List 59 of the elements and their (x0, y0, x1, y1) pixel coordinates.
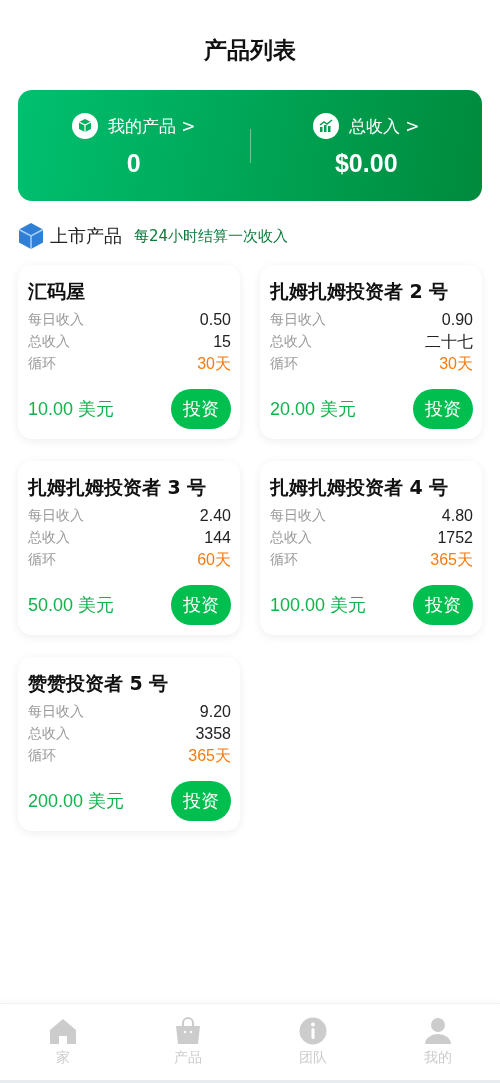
home-icon (48, 1017, 77, 1045)
invest-button[interactable]: 投资 (413, 585, 473, 625)
stat-label: 每日收入 (28, 311, 84, 329)
cycle-value: 30天 (439, 353, 473, 374)
bag-icon (173, 1017, 202, 1045)
product-price: 50.00 美元 (28, 594, 115, 617)
cycle-value: 365天 (430, 549, 473, 570)
stat-value: 9.20 (199, 703, 231, 721)
stat-label: 每日收入 (270, 311, 326, 329)
product-name: 扎姆扎姆投资者 4 号 (270, 475, 450, 500)
cycle-value: 30天 (197, 353, 231, 374)
stat-label: 每日收入 (28, 703, 84, 721)
summary-link[interactable]: 总收入 > (312, 113, 420, 139)
stat-label: 循环 (270, 551, 298, 569)
invest-button[interactable]: 投资 (171, 781, 231, 821)
stat-label: 总收入 (28, 725, 70, 743)
product-name: 汇码屋 (28, 279, 86, 304)
section-note: 每24小时结算一次收入 (134, 226, 289, 246)
stat-value: 4.80 (441, 507, 473, 525)
section-title: 上市产品 (50, 224, 122, 248)
cycle-value: 60天 (197, 549, 231, 570)
stat-label: 总收入 (270, 529, 312, 547)
product-price: 20.00 美元 (270, 398, 357, 421)
box-icon (71, 113, 98, 139)
stat-value: 3358 (195, 725, 231, 743)
info-icon (298, 1017, 327, 1045)
stat-label: 总收入 (28, 529, 70, 547)
stat-value: 0.50 (199, 311, 231, 329)
product-price: 100.00 美元 (270, 594, 367, 617)
stat-value: 144 (204, 529, 231, 547)
stat-value: 1752 (437, 529, 473, 547)
product-name: 赞赞投资者 5 号 (28, 671, 170, 696)
product-name: 扎姆扎姆投资者 2 号 (270, 279, 450, 304)
cycle-value: 365天 (188, 745, 231, 766)
stat-value: 二十七 (425, 331, 473, 352)
stat-label: 循环 (270, 355, 298, 373)
product-price: 200.00 美元 (28, 790, 125, 813)
cube-icon (18, 222, 44, 250)
stat-label: 循环 (28, 355, 56, 373)
summary-value: $0.00 (334, 149, 398, 178)
stat-label: 循环 (28, 747, 56, 765)
summary-link[interactable]: 我的产品 > (71, 113, 196, 139)
product-price: 10.00 美元 (28, 398, 115, 421)
invest-button[interactable]: 投资 (413, 389, 473, 429)
page-title: 产品列表 (204, 36, 296, 65)
stat-label: 总收入 (270, 333, 312, 351)
stat-label: 每日收入 (270, 507, 326, 525)
product-name: 扎姆扎姆投资者 3 号 (28, 475, 208, 500)
stat-label: 每日收入 (28, 507, 84, 525)
user-icon (423, 1017, 452, 1045)
stat-label: 总收入 (28, 333, 70, 351)
invest-button[interactable]: 投资 (171, 389, 231, 429)
stat-value: 15 (213, 333, 231, 351)
chart-icon (312, 113, 339, 139)
stat-value: 0.90 (441, 311, 473, 329)
invest-button[interactable]: 投资 (171, 585, 231, 625)
summary-value: 0 (126, 149, 141, 178)
stat-label: 循环 (28, 551, 56, 569)
stat-value: 2.40 (199, 507, 231, 525)
